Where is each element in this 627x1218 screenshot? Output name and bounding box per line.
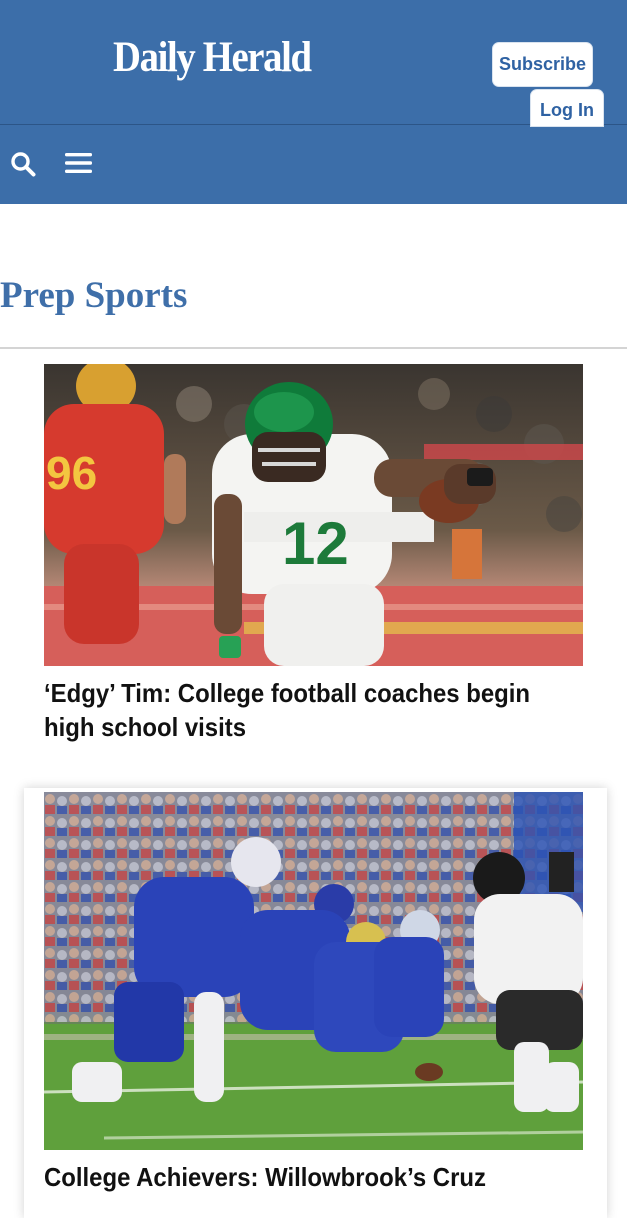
article-photo[interactable]: 96 12 — [44, 364, 583, 666]
subscribe-button[interactable]: Subscribe — [492, 42, 593, 87]
section-divider — [0, 347, 627, 349]
article-headline[interactable]: ‘Edgy’ Tim: College football coaches beg… — [44, 676, 587, 744]
article-card[interactable]: 96 12 ‘Edgy’ Tim: College football coach… — [44, 364, 583, 744]
site-logo[interactable]: Daily Herald — [113, 36, 312, 79]
section-title: Prep Sports — [0, 275, 188, 316]
site-header: Daily Herald Subscribe Log In — [0, 0, 627, 204]
article-card[interactable]: College Achievers: Willowbrook’s Cruz — [44, 792, 583, 1194]
hamburger-menu-icon[interactable] — [65, 152, 92, 174]
header-nav-bar — [0, 124, 627, 204]
svg-text:12: 12 — [282, 510, 349, 577]
search-icon[interactable] — [10, 151, 36, 177]
svg-text:96: 96 — [46, 447, 97, 499]
article-headline[interactable]: College Achievers: Willowbrook’s Cruz — [44, 1160, 587, 1194]
article-photo[interactable] — [44, 792, 583, 1150]
header-top-bar: Daily Herald Subscribe Log In — [0, 0, 627, 127]
login-button[interactable]: Log In — [530, 89, 604, 127]
